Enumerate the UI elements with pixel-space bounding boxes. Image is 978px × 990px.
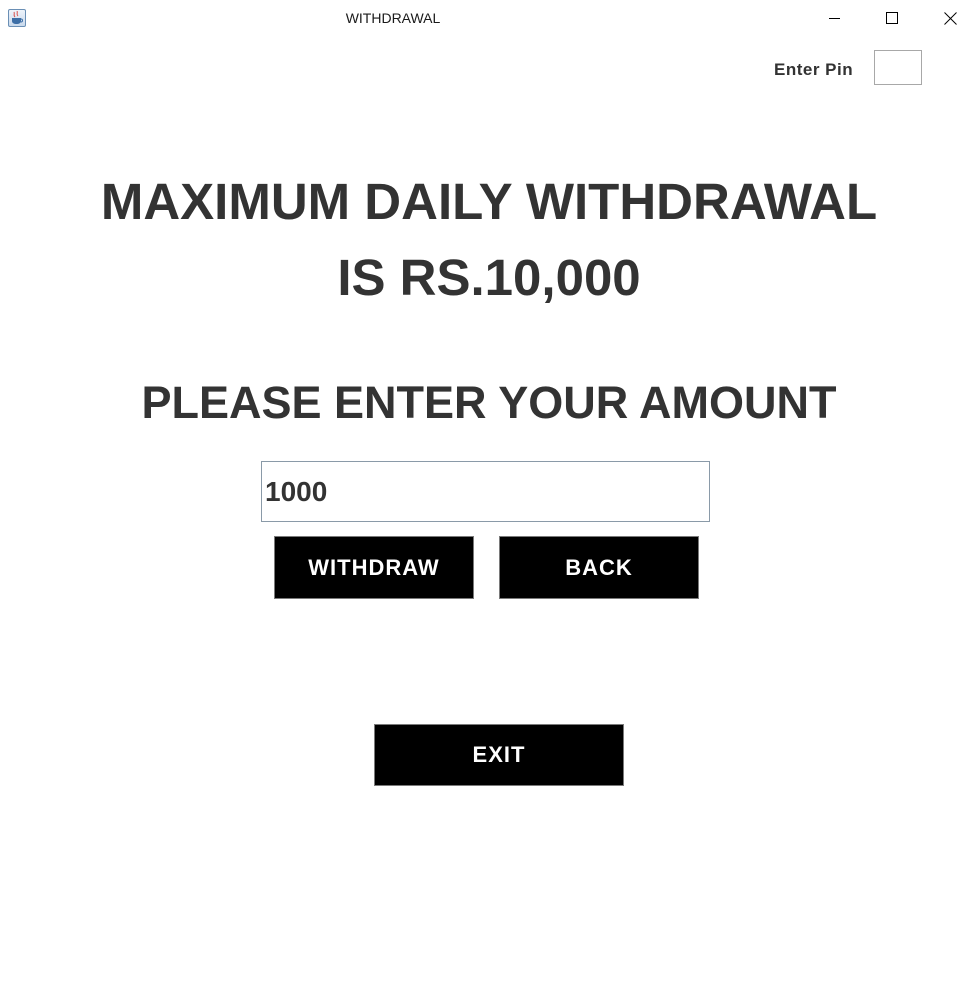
pin-input[interactable]: [874, 50, 922, 85]
window-title: WITHDRAWAL: [345, 10, 441, 26]
maximize-button[interactable]: [863, 0, 921, 36]
title-bar: WITHDRAWAL: [0, 0, 978, 36]
withdraw-button[interactable]: WITHDRAW: [274, 536, 474, 599]
maximize-icon: [885, 11, 898, 24]
limit-heading-line1: MAXIMUM DAILY WITHDRAWAL: [100, 173, 878, 230]
back-button[interactable]: BACK: [499, 536, 699, 599]
minimize-icon: [829, 18, 840, 19]
amount-prompt: PLEASE ENTER YOUR AMOUNT: [141, 377, 837, 428]
close-icon: [943, 11, 957, 25]
limit-heading-line2: IS RS.10,000: [337, 249, 641, 306]
pin-label: Enter Pin: [774, 60, 854, 79]
amount-input[interactable]: [261, 461, 710, 522]
exit-button[interactable]: EXIT: [374, 724, 624, 786]
withdrawal-window: WITHDRAWAL Enter Pin MAXIMUM DAILY WITHD…: [0, 0, 978, 990]
close-button[interactable]: [921, 0, 978, 36]
minimize-button[interactable]: [806, 0, 864, 36]
